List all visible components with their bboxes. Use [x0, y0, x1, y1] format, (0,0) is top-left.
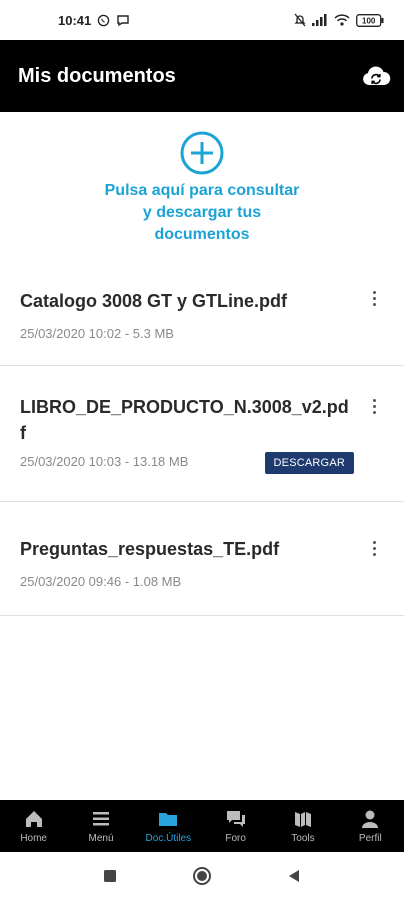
mute-icon — [294, 13, 306, 27]
add-documents-text[interactable]: Pulsa aquí para consultar y descargar tu… — [102, 180, 302, 246]
back-triangle-icon — [289, 870, 299, 882]
home-system-button[interactable] — [191, 865, 213, 887]
home-icon — [25, 811, 42, 827]
kebab-dot-icon — [372, 540, 376, 544]
nav-label: Doc.Útiles — [145, 833, 192, 844]
document-item[interactable]: LIBRO_DE_PRODUCTO_N.3008_v2.pdf 25/03/20… — [0, 366, 404, 502]
nav-label: Tools — [291, 833, 315, 844]
system-nav-bar — [0, 852, 404, 900]
bottom-nav: Home Menú Doc.Útiles Foro Tools Perfil — [0, 800, 404, 852]
message-icon — [116, 14, 130, 27]
kebab-dot-icon — [372, 302, 376, 306]
more-options-button[interactable] — [366, 538, 382, 558]
profile-icon — [362, 810, 379, 828]
app-bar: Mis documentos — [0, 40, 404, 112]
circle-icon — [193, 867, 211, 885]
kebab-dot-icon — [372, 398, 376, 402]
document-list: Catalogo 3008 GT y GTLine.pdf 25/03/2020… — [0, 270, 404, 616]
wifi-icon — [334, 14, 350, 26]
document-title[interactable]: Catalogo 3008 GT y GTLine.pdf — [20, 288, 354, 314]
more-options-button[interactable] — [366, 396, 382, 416]
nav-item-profile[interactable]: Perfil — [337, 800, 404, 852]
document-meta: 25/03/2020 10:02 - 5.3 MB — [20, 326, 174, 341]
cloud-sync-icon — [363, 66, 391, 85]
nav-label: Foro — [225, 833, 246, 844]
nav-item-forum[interactable]: Foro — [202, 800, 269, 852]
more-options-button[interactable] — [366, 288, 382, 308]
status-left: 10:41 — [58, 13, 130, 28]
nav-item-home[interactable]: Home — [0, 800, 67, 852]
recent-apps-button[interactable] — [99, 865, 121, 887]
status-time: 10:41 — [58, 12, 92, 28]
document-title[interactable]: LIBRO_DE_PRODUCTO_N.3008_v2.pdf — [20, 394, 354, 446]
nav-label: Home — [20, 833, 47, 844]
document-item[interactable]: Preguntas_respuestas_TE.pdf 25/03/2020 0… — [0, 502, 404, 616]
cloud-sync-button[interactable] — [358, 58, 394, 94]
kebab-dot-icon — [372, 546, 376, 550]
app-screen: 10:41 100 Mis documentos Pulsa aquí para… — [0, 0, 404, 900]
menu-icon — [92, 812, 109, 826]
folder-icon — [159, 813, 178, 826]
kebab-dot-icon — [372, 296, 376, 300]
nav-item-docs[interactable]: Doc.Útiles — [135, 800, 202, 852]
add-circle-icon[interactable] — [179, 130, 225, 176]
battery-level: 100 — [362, 16, 376, 25]
forum-icon — [226, 811, 245, 827]
whatsapp-icon — [97, 14, 110, 27]
page-title: Mis documentos — [18, 64, 176, 87]
back-button[interactable] — [283, 865, 305, 887]
add-documents-area[interactable]: Pulsa aquí para consultar y descargar tu… — [0, 130, 404, 246]
kebab-dot-icon — [372, 552, 376, 556]
nav-label: Menú — [88, 833, 114, 844]
kebab-dot-icon — [372, 404, 376, 408]
nav-label: Perfil — [358, 833, 382, 844]
status-right: 100 — [294, 13, 384, 27]
kebab-dot-icon — [372, 410, 376, 414]
download-button[interactable]: DESCARGAR — [264, 452, 354, 474]
kebab-dot-icon — [372, 290, 376, 294]
nav-item-tools[interactable]: Tools — [269, 800, 336, 852]
document-title[interactable]: Preguntas_respuestas_TE.pdf — [20, 536, 354, 562]
square-icon — [104, 870, 116, 882]
status-bar: 10:41 100 — [0, 0, 404, 40]
signal-icon — [312, 14, 328, 26]
document-item[interactable]: Catalogo 3008 GT y GTLine.pdf 25/03/2020… — [0, 270, 404, 366]
nav-item-menu[interactable]: Menú — [67, 800, 134, 852]
battery-icon: 100 — [356, 13, 384, 27]
document-meta: 25/03/2020 09:46 - 1.08 MB — [20, 574, 182, 589]
tools-icon — [294, 812, 311, 827]
